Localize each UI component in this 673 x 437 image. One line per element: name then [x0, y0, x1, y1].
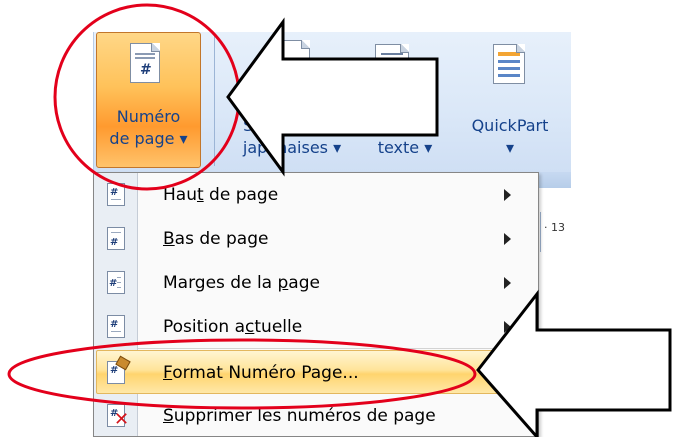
page-number-button[interactable]: # Numéro de page ▾: [96, 32, 201, 168]
page-header-icon: #: [107, 183, 125, 206]
submenu-arrow-icon: [504, 321, 511, 333]
menu-item-label: Format Numéro Page...: [163, 363, 359, 383]
format-page-number-icon: #: [107, 355, 131, 384]
page-number-label-line1: Numéro: [116, 107, 181, 126]
japanese-suggestions-label-line2: japonaises ▾: [242, 138, 342, 157]
menu-item-supprimer-numeros[interactable]: # ✕ Supprimer les numéros de page: [95, 394, 538, 437]
quickpart-label: QuickPart: [471, 116, 549, 135]
current-position-icon: #: [107, 315, 125, 338]
japanese-suggestions-label-line1: Suggestions: [243, 116, 341, 135]
menu-item-format-numero-page[interactable]: # Format Numéro Page...: [96, 350, 536, 394]
submenu-arrow-icon: [504, 233, 511, 245]
suggestions-icon: [274, 40, 310, 68]
ribbon-separator: [214, 36, 215, 166]
quickpart-icon: [493, 44, 525, 84]
ruler-number: · 13: [544, 221, 565, 234]
menu-item-marges-de-la-page[interactable]: # Marges de la page: [95, 261, 538, 305]
menu-item-haut-de-page[interactable]: # Haut de page: [95, 173, 538, 217]
remove-page-numbers-icon: # ✕: [107, 404, 129, 429]
menu-item-label: Supprimer les numéros de page: [163, 406, 436, 426]
menu-item-position-actuelle[interactable]: # Position actuelle: [95, 305, 538, 349]
page-number-icon: #: [130, 43, 160, 83]
page-margins-icon: #: [107, 271, 125, 294]
page-number-menu: # Haut de page # Bas de page # Marges de…: [93, 172, 539, 437]
menu-item-label: Position actuelle: [163, 317, 303, 337]
menu-separator: [138, 348, 538, 349]
hash-glyph: #: [140, 62, 152, 78]
text-box-label-line2: texte ▾: [377, 138, 433, 157]
menu-item-label: Bas de page: [163, 229, 269, 249]
menu-item-bas-de-page[interactable]: # Bas de page: [95, 217, 538, 261]
submenu-arrow-icon: [504, 277, 511, 289]
menu-item-label: Marges de la page: [163, 273, 320, 293]
text-box-label-line1: Zone de: [372, 116, 438, 135]
page-number-label-line2: de page ▾: [109, 129, 188, 148]
page-footer-icon: #: [107, 227, 125, 250]
text-box-icon: [375, 44, 409, 80]
submenu-arrow-icon: [504, 189, 511, 201]
menu-item-label: Haut de page: [163, 185, 279, 205]
quickpart-dropdown-arrow: ▾: [505, 138, 515, 157]
